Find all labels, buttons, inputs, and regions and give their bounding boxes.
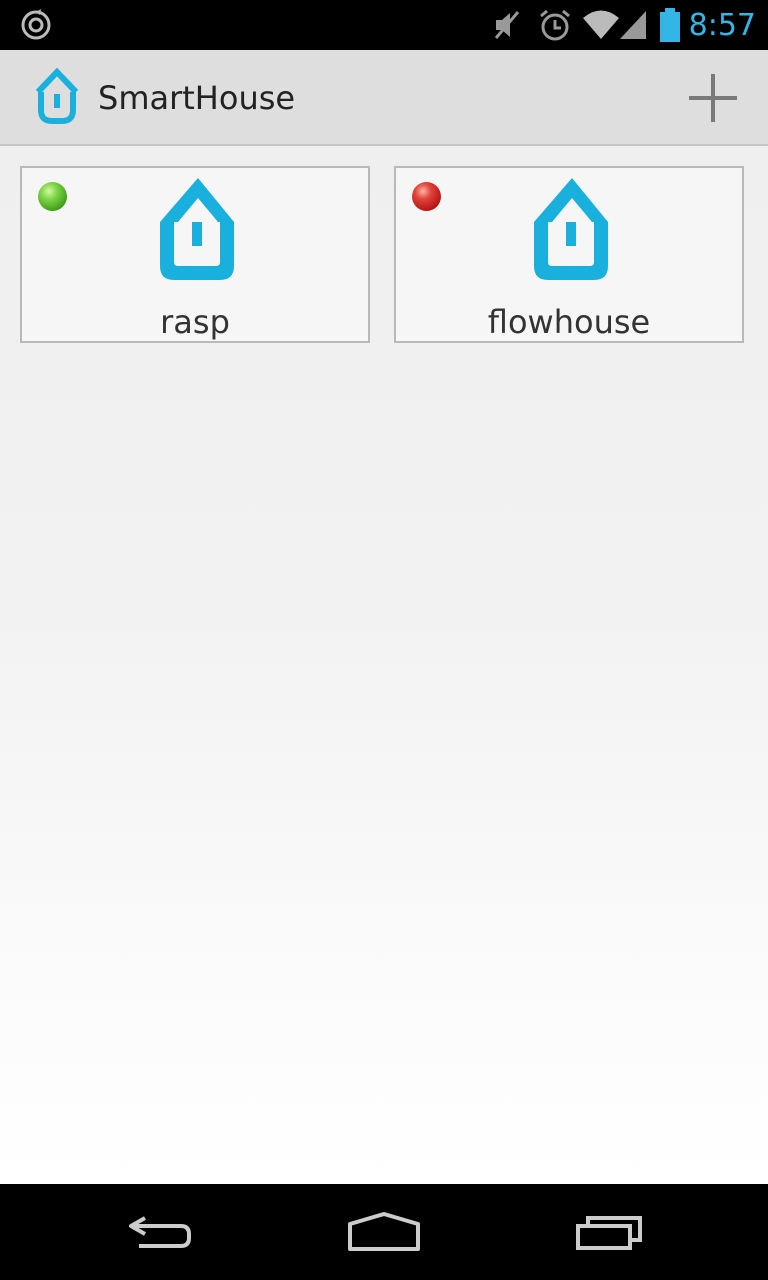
- home-icon: [348, 1212, 420, 1251]
- house-tile-rasp[interactable]: rasp: [20, 166, 370, 343]
- offline-status-dot: [412, 182, 441, 211]
- recent-apps-button[interactable]: [550, 1184, 670, 1280]
- recent-apps-icon: [576, 1216, 642, 1250]
- status-clock: 8:57: [688, 7, 756, 43]
- online-status-dot: [38, 182, 67, 211]
- app-title: SmartHouse: [98, 79, 296, 117]
- sync-icon: [18, 0, 54, 50]
- battery-icon: [658, 0, 682, 50]
- status-bar: 8:57: [0, 0, 768, 50]
- plus-icon: [689, 74, 737, 122]
- house-icon: [158, 174, 236, 284]
- back-button[interactable]: [100, 1184, 220, 1280]
- home-button[interactable]: [324, 1184, 444, 1280]
- house-name: flowhouse: [487, 303, 651, 341]
- alarm-icon: [537, 0, 573, 50]
- wifi-icon: [582, 0, 620, 50]
- house-name: rasp: [160, 303, 230, 341]
- house-grid: rasp flowhouse: [0, 146, 768, 1184]
- add-house-button[interactable]: [678, 64, 748, 132]
- back-icon: [129, 1216, 191, 1248]
- signal-icon: [618, 0, 648, 50]
- mute-icon: [490, 0, 524, 50]
- smarthouse-logo-icon: [34, 67, 80, 126]
- house-tile-flowhouse[interactable]: flowhouse: [394, 166, 744, 343]
- action-bar: SmartHouse: [0, 50, 768, 146]
- navigation-bar: [0, 1184, 768, 1280]
- house-icon: [532, 174, 610, 284]
